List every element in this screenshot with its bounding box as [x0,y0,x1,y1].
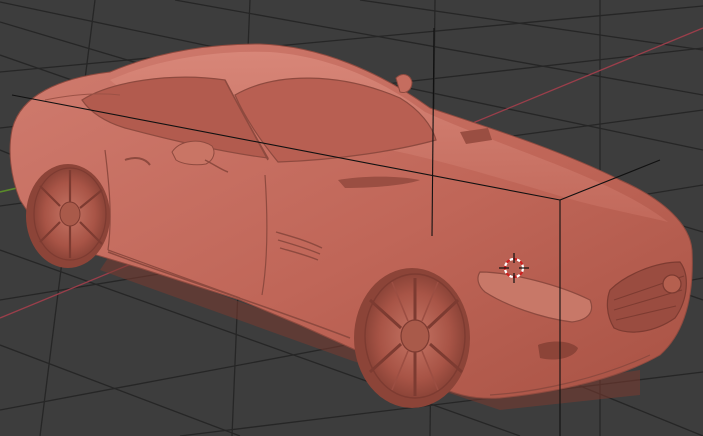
viewport-canvas[interactable] [0,0,703,436]
brand-emblem [662,274,682,294]
3d-viewport[interactable] [0,0,703,436]
front-wheel [354,268,470,408]
rear-wheel [26,164,110,268]
car-model[interactable] [9,43,693,410]
